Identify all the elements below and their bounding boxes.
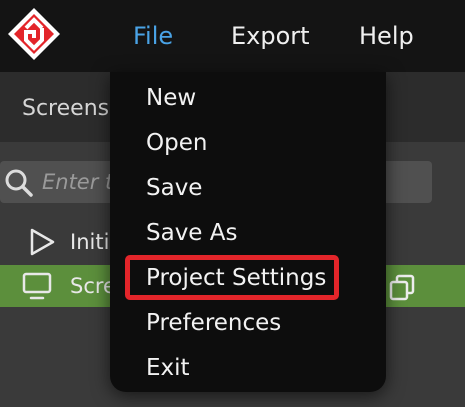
play-icon [30, 228, 55, 256]
menu-item-open[interactable]: Open [146, 127, 207, 159]
menu-item-new[interactable]: New [146, 82, 196, 114]
copy-icon[interactable] [388, 273, 416, 301]
menu-export[interactable]: Export [231, 20, 310, 52]
menu-item-project-settings[interactable]: Project Settings [146, 262, 326, 294]
menu-help[interactable]: Help [359, 20, 414, 52]
panel-title: Screens [22, 96, 110, 121]
search-icon [5, 169, 33, 197]
menu-item-exit[interactable]: Exit [146, 352, 190, 384]
menu-file[interactable]: File [133, 20, 173, 52]
monitor-icon [22, 272, 52, 300]
file-dropdown-menu: New Open Save Save As Project Settings P… [110, 72, 386, 392]
menu-item-preferences[interactable]: Preferences [146, 307, 281, 339]
menu-item-save[interactable]: Save [146, 172, 202, 204]
top-bar: File Export Help [0, 0, 465, 72]
menu-item-save-as[interactable]: Save As [146, 217, 237, 249]
app-logo-icon[interactable] [6, 6, 62, 62]
